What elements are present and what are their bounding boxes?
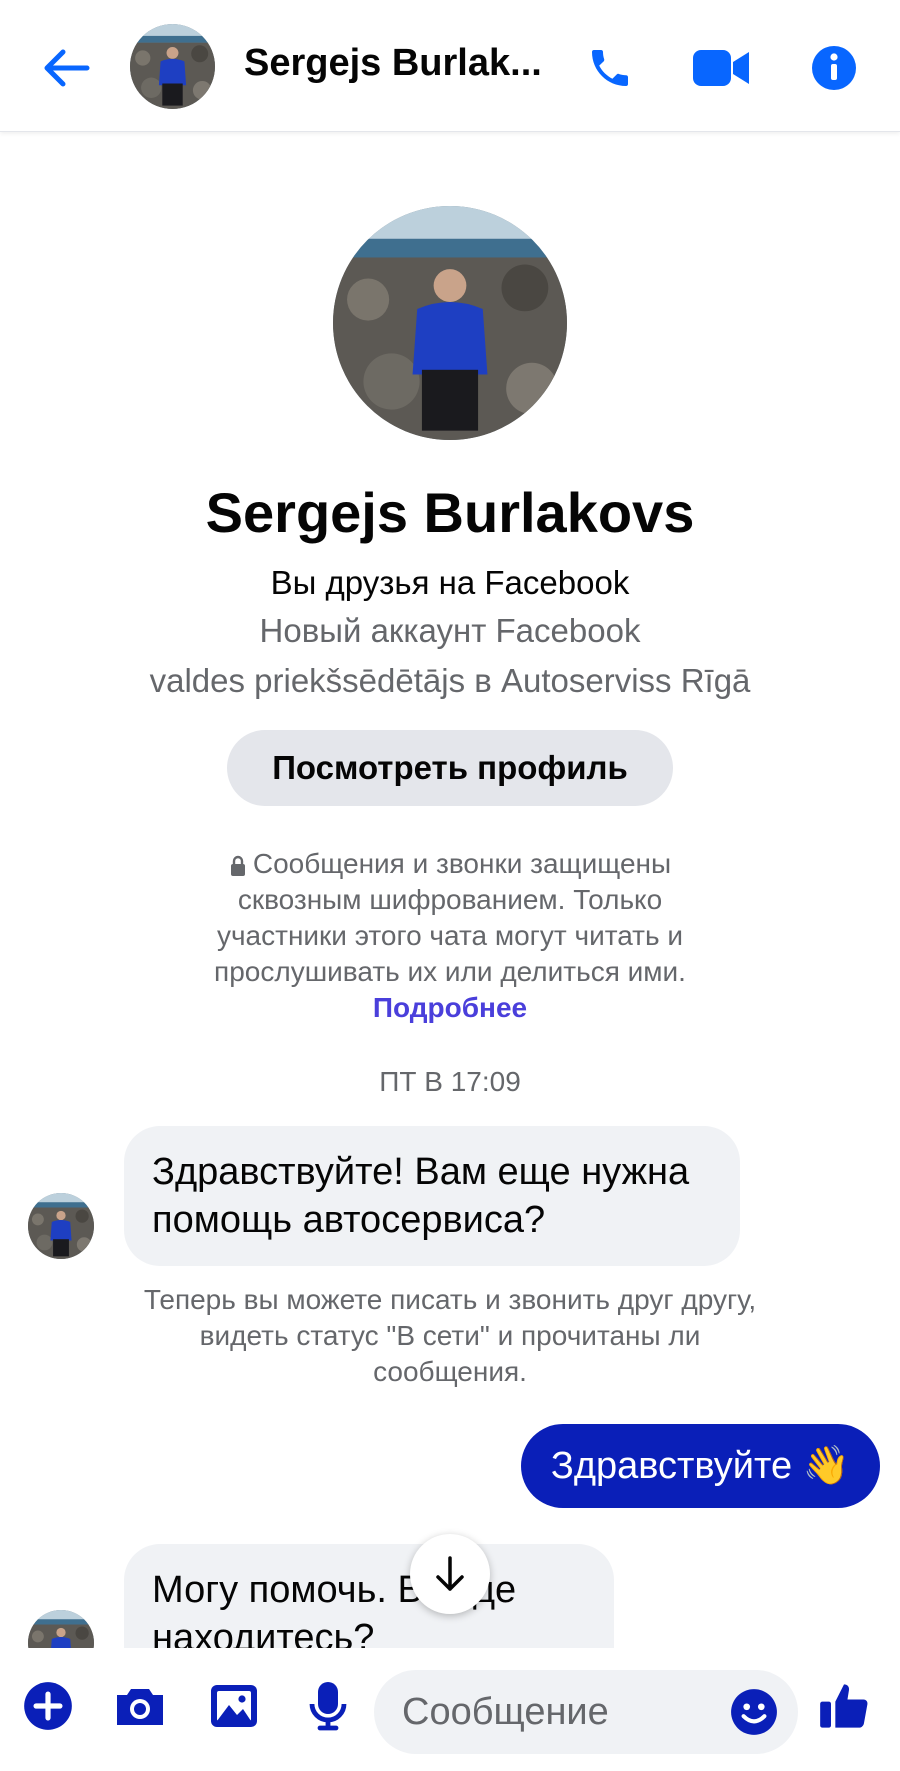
header-avatar[interactable]	[130, 24, 215, 109]
more-actions-button[interactable]	[18, 1676, 78, 1736]
voice-call-button[interactable]	[578, 36, 642, 100]
profile-name: Sergejs Burlakovs	[205, 481, 695, 544]
gallery-button[interactable]	[204, 1676, 264, 1736]
system-note: Теперь вы можете писать и звонить друг д…	[143, 1284, 757, 1387]
profile-avatar[interactable]	[333, 206, 567, 440]
plus-icon	[24, 1682, 72, 1730]
scroll-to-bottom-button[interactable]	[410, 1534, 490, 1614]
learn-more-link[interactable]: Подробнее	[373, 992, 527, 1023]
info-icon	[812, 46, 856, 90]
phone-icon	[592, 50, 628, 86]
lock-icon	[230, 855, 245, 876]
info-button[interactable]	[802, 36, 866, 100]
sender-avatar[interactable]	[28, 1193, 94, 1259]
chat-header: Sergejs Burlak...	[0, 0, 900, 132]
message-timestamp: ПТ В 17:09	[379, 1066, 521, 1097]
emoji-button[interactable]	[726, 1684, 782, 1740]
outgoing-message-bubble[interactable]: Здравствуйте 👋	[520, 1424, 880, 1508]
encryption-notice: Сообщения и звонки защищены сквозным шиф…	[170, 846, 730, 1026]
microphone-icon	[309, 1682, 347, 1731]
video-call-button[interactable]	[690, 36, 754, 100]
message-composer	[0, 1648, 900, 1771]
header-contact-name[interactable]: Sergejs Burlak...	[244, 42, 544, 85]
back-button[interactable]	[36, 38, 96, 98]
camera-button[interactable]	[110, 1676, 170, 1736]
voice-message-button[interactable]	[298, 1676, 358, 1736]
incoming-message-bubble[interactable]: Здравствуйте! Вам еще нужна помощь автос…	[124, 1126, 740, 1266]
emoji-icon	[731, 1689, 777, 1735]
view-profile-button[interactable]: Посмотреть профиль	[227, 730, 673, 806]
account-note: Новый аккаунт Facebook	[259, 612, 641, 649]
video-camera-icon	[693, 50, 749, 86]
gallery-icon	[211, 1685, 257, 1727]
work-info: valdes priekšsēdētājs в Autoserviss Rīgā	[149, 662, 751, 699]
like-icon	[820, 1684, 868, 1728]
back-arrow-icon	[44, 49, 90, 87]
friends-status: Вы друзья на Facebook	[270, 564, 630, 601]
arrow-down-icon	[436, 1556, 464, 1591]
encryption-text: Сообщения и звонки защищены сквозным шиф…	[214, 848, 686, 987]
camera-icon	[117, 1689, 163, 1725]
like-button[interactable]	[814, 1676, 874, 1736]
